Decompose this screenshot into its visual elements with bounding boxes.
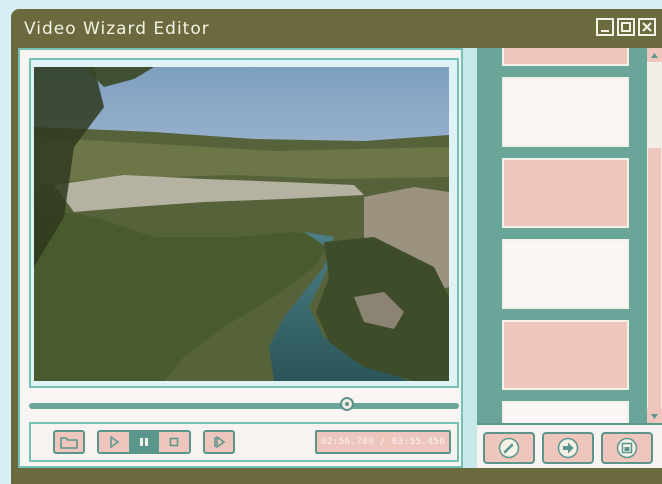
stop-button[interactable] (159, 432, 189, 452)
next-frame-button[interactable] (203, 430, 235, 454)
seek-knob[interactable] (340, 397, 355, 411)
time-display: 02:56.789 / 03:55.456 (315, 430, 451, 454)
save-icon (616, 437, 638, 459)
thumbnail-strip[interactable] (502, 48, 632, 423)
landscape-image (34, 67, 449, 381)
scroll-thumb[interactable] (648, 148, 661, 424)
edit-button[interactable] (483, 432, 535, 464)
video-preview[interactable] (34, 67, 449, 381)
minimize-icon (601, 30, 609, 32)
timeline-thumbnail[interactable] (502, 320, 629, 390)
maximize-button[interactable] (617, 18, 635, 36)
next-frame-icon (214, 436, 226, 448)
pause-button[interactable] (129, 432, 159, 452)
play-icon (110, 436, 120, 448)
seek-bar[interactable] (29, 397, 459, 411)
chevron-up-icon (651, 52, 658, 58)
window-title: Video Wizard Editor (24, 19, 210, 39)
player-panel: 02:56.789 / 03:55.456 (18, 48, 463, 468)
stop-icon (169, 437, 179, 447)
transport-group (97, 430, 191, 454)
timeline-thumbnail[interactable] (502, 401, 629, 423)
export-button[interactable] (542, 432, 594, 464)
scroll-down-button[interactable] (647, 409, 662, 423)
maximize-icon (621, 22, 631, 32)
close-button[interactable] (638, 18, 656, 36)
action-bar (477, 423, 662, 468)
video-frame (29, 58, 459, 388)
timeline-thumbnail[interactable] (502, 77, 629, 147)
save-button[interactable] (601, 432, 653, 464)
pause-icon (140, 438, 148, 446)
app-window: Video Wizard Editor 02:56.789 / 03:55.45… (11, 9, 662, 484)
chevron-down-icon (651, 413, 658, 419)
arrow-right-icon (557, 437, 579, 459)
timeline-thumbnail[interactable] (502, 48, 629, 66)
play-button[interactable] (99, 432, 129, 452)
open-file-button[interactable] (53, 430, 85, 454)
minimize-button[interactable] (596, 18, 614, 36)
scroll-up-button[interactable] (647, 48, 662, 62)
window-controls (596, 18, 656, 36)
playback-controls: 02:56.789 / 03:55.456 (29, 422, 459, 462)
timeline-panel (477, 48, 662, 468)
client-area: 02:56.789 / 03:55.456 (18, 48, 662, 468)
close-icon (642, 22, 652, 32)
folder-icon (60, 437, 78, 449)
pencil-icon (498, 437, 520, 459)
timeline-thumbnail[interactable] (502, 239, 629, 309)
vertical-scrollbar[interactable] (647, 48, 662, 424)
timeline-thumbnail[interactable] (502, 158, 629, 228)
